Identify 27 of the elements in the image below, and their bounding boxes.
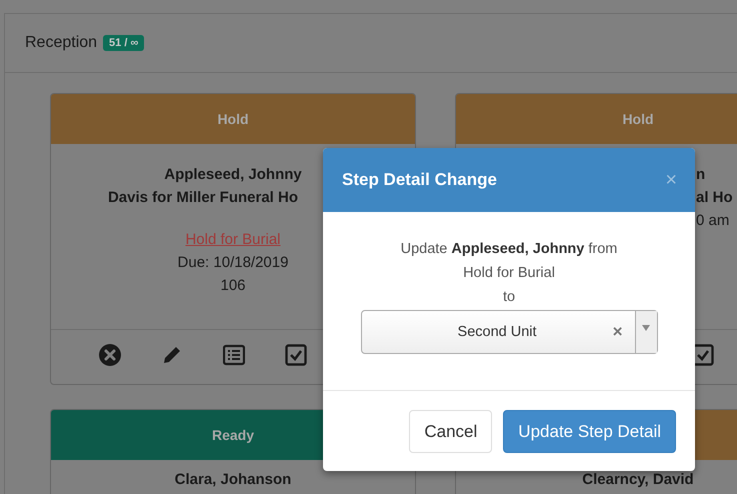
status-label: Hold bbox=[217, 111, 249, 127]
to-label: to bbox=[502, 288, 516, 307]
count-badge: 51 / ∞ bbox=[103, 35, 144, 51]
step-select[interactable]: Second Unit × bbox=[360, 310, 658, 354]
card-name: Appleseed, Johnny bbox=[164, 165, 302, 185]
status-label: Hold bbox=[622, 111, 654, 127]
card-subtitle: al Ho bbox=[696, 188, 733, 208]
update-message: Update Appleseed, Johnny from bbox=[400, 240, 618, 259]
card-name: n bbox=[696, 165, 706, 185]
due-date: 0 am bbox=[696, 211, 730, 231]
panel-title: Reception bbox=[25, 34, 98, 52]
card-subtitle: Davis for Miller Funeral Ho bbox=[108, 188, 298, 208]
clear-button[interactable]: × bbox=[612, 322, 622, 342]
due-date: Due: 10/18/2019 bbox=[178, 253, 288, 273]
status-label: Ready bbox=[212, 427, 254, 443]
selected-value: Second Unit bbox=[456, 324, 538, 340]
update-button[interactable]: Update Step Detail bbox=[503, 410, 676, 453]
card-name: Clearncy, David bbox=[582, 471, 694, 489]
card-name: Clara, Johanson bbox=[174, 471, 292, 489]
list-icon[interactable] bbox=[223, 344, 245, 366]
from-step: Hold for Burial bbox=[463, 261, 555, 285]
remove-icon[interactable] bbox=[99, 344, 121, 366]
pencil-icon[interactable] bbox=[161, 344, 183, 366]
modal-title: Step Detail Change bbox=[342, 170, 497, 190]
card-number: 106 bbox=[220, 276, 246, 296]
checkbox-icon[interactable] bbox=[285, 344, 307, 366]
cancel-button[interactable]: Cancel bbox=[409, 410, 492, 453]
